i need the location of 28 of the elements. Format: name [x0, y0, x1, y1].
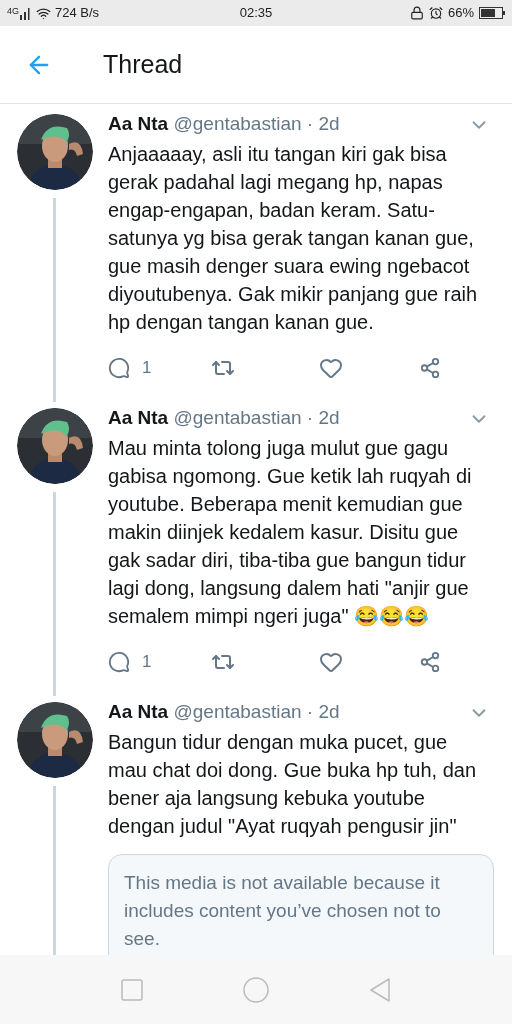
author-name: Aa Nta	[108, 701, 169, 722]
page-title: Thread	[103, 48, 183, 80]
author-handle: @gentabastian · 2d	[173, 407, 340, 428]
like-icon[interactable]	[319, 356, 343, 380]
reply-icon[interactable]	[108, 357, 130, 379]
wifi-icon	[36, 5, 51, 21]
battery-percent: 66%	[447, 4, 474, 23]
author-name: Aa Nta	[108, 407, 169, 428]
tweet-text: Anjaaaaay, asli itu tangan kiri gak bisa gerak padahal lagi megang hp, napas engap-engapan, badan keram. Satu-satunya yg bisa gerak tangan kanan gue, gue masih denger suara ewing ngebacot diyoutubenya. Gak mikir panjang gue raih hp dengan tangan kanan gue.	[108, 142, 479, 335]
reply-icon[interactable]	[108, 651, 130, 673]
like-icon[interactable]	[319, 650, 343, 674]
media-notice: This media is not available because it includes content you’ve chosen not to see.	[108, 854, 494, 955]
share-icon[interactable]	[419, 357, 441, 379]
rotation-lock-icon	[409, 6, 424, 20]
share-icon[interactable]	[419, 651, 441, 673]
author-handle: @gentabastian · 2d	[173, 113, 340, 134]
author-name: Aa Nta	[108, 113, 169, 134]
reply-count: 1	[142, 651, 152, 674]
reply-count: 1	[142, 357, 152, 380]
tweet-text: Bangun tidur dengan muka pucet, gue mau chat doi dong. Gue buka hp tuh, dan bener aja langsung kebuka youtube dengan judul "Ayat ruqyah pengusir jin"	[108, 730, 478, 839]
alarm-icon	[428, 6, 443, 20]
signal-icon	[20, 6, 32, 20]
battery-icon	[479, 7, 505, 19]
network-speed: 724 B/s	[55, 4, 100, 23]
tweet-text: Mau minta tolong juga mulut gue gagu gabisa ngomong. Gue ketik lah ruqyah di youtube. Beberapa menit kemudian gue makin diinjek kedalem kasur. Disitu gue gak sadar diri, tiba-tiba gue bangun tidur lagi dong, langsung dalem hati "anjir gue semalem mimpi ngeri juga" 😂😂😂	[108, 436, 473, 629]
author-handle: @gentabastian · 2d	[173, 701, 340, 722]
clock: 02:35	[238, 4, 274, 23]
network-type: 4G	[7, 6, 19, 16]
